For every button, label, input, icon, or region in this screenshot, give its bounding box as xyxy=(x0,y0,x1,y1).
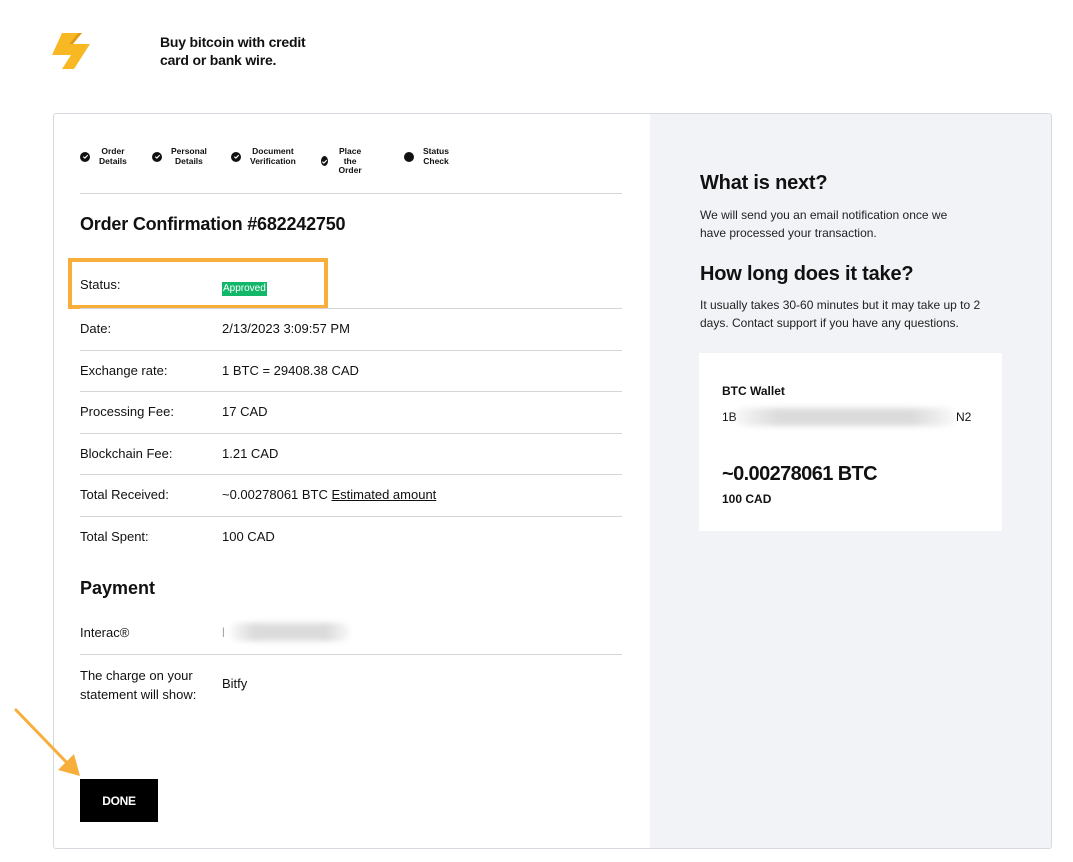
wallet-label: BTC Wallet xyxy=(722,384,785,398)
step-label: Status Check xyxy=(423,146,449,166)
payment-method-label: Interac® xyxy=(80,625,130,640)
check-icon xyxy=(152,151,162,162)
tagline: Buy bitcoin with credit card or bank wir… xyxy=(160,34,306,68)
redacted-blur xyxy=(230,623,350,641)
order-title: Order Confirmation #682242750 xyxy=(80,214,346,234)
divider xyxy=(80,433,622,434)
status-badge: Approved xyxy=(222,282,267,296)
total-received-amount: ~0.00278061 BTC xyxy=(222,487,328,502)
current-step-dot-icon xyxy=(404,151,414,162)
step-label: Place the Order xyxy=(338,146,362,175)
exchange-rate-label: Exchange rate: xyxy=(80,363,168,378)
wallet-address-end: N2 xyxy=(956,410,972,424)
next-text: We will send you an email notification o… xyxy=(700,208,948,240)
exchange-rate-value: 1 BTC = 29408.38 CAD xyxy=(222,363,359,378)
divider xyxy=(80,193,622,194)
charge-label: The charge on your statement will show: xyxy=(80,668,197,702)
divider xyxy=(80,474,622,475)
bolt-logo-icon xyxy=(52,33,90,69)
charge-value: Bitfy xyxy=(222,676,248,691)
step-personal-details: Personal Details xyxy=(152,146,207,166)
wallet-card: BTC Wallet 1B N2 ~0.00278061 BTC 100 CAD xyxy=(699,353,1002,531)
next-title: What is next? xyxy=(700,172,828,194)
btc-amount: ~0.00278061 BTC xyxy=(722,463,878,485)
divider xyxy=(80,350,622,351)
step-order-details: Order Details xyxy=(80,146,127,166)
order-card: Order Details Personal Details Document … xyxy=(53,113,1052,849)
done-button[interactable]: DONE xyxy=(80,779,158,822)
divider xyxy=(80,654,622,655)
step-label: Personal Details xyxy=(171,146,207,166)
redacted-blur xyxy=(734,408,956,426)
divider xyxy=(80,516,622,517)
total-spent-value: 100 CAD xyxy=(222,529,275,544)
annotation-arrow-icon xyxy=(14,708,80,776)
blockchain-fee-value: 1.21 CAD xyxy=(222,446,279,461)
divider xyxy=(80,308,622,309)
payment-title: Payment xyxy=(80,578,156,598)
estimated-amount-link[interactable]: Estimated amount xyxy=(332,487,437,502)
info-sidebar: What is next? We will send you an email … xyxy=(650,114,1051,848)
check-icon xyxy=(231,151,241,162)
date-value: 2/13/2023 3:09:57 PM xyxy=(222,321,350,336)
step-label: Document Verification xyxy=(250,146,296,166)
duration-text: It usually takes 30-60 minutes but it ma… xyxy=(700,298,981,330)
check-icon xyxy=(80,151,90,162)
step-document-verification: Document Verification xyxy=(231,146,296,166)
total-received-label: Total Received: xyxy=(80,487,169,502)
processing-fee-label: Processing Fee: xyxy=(80,404,174,419)
cad-amount: 100 CAD xyxy=(722,492,772,506)
check-icon xyxy=(321,156,328,167)
step-label: Order Details xyxy=(99,146,127,166)
duration-title: How long does it take? xyxy=(700,263,914,285)
blockchain-fee-label: Blockchain Fee: xyxy=(80,446,173,461)
step-place-order: Place the Order xyxy=(321,146,363,176)
date-label: Date: xyxy=(80,321,112,336)
status-label: Status: xyxy=(80,277,121,292)
processing-fee-value: 17 CAD xyxy=(222,404,268,419)
status-value: Approved xyxy=(222,279,267,296)
payment-method-value: l xyxy=(222,625,225,640)
step-status-check: Status Check xyxy=(404,146,449,166)
total-spent-label: Total Spent: xyxy=(80,529,149,544)
divider xyxy=(80,391,622,392)
total-received-value: ~0.00278061 BTC Estimated amount xyxy=(222,487,436,502)
